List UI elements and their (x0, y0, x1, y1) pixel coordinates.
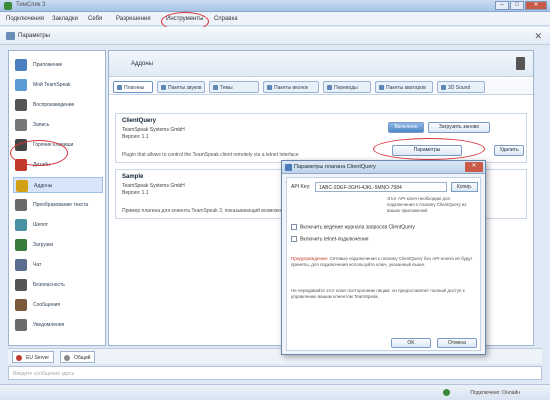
addon-author: TeamSpeak Systems GmbH (122, 127, 185, 133)
sidebar-item-security[interactable]: Безопасность (13, 277, 103, 293)
tab-plugins[interactable]: Плагины (113, 81, 153, 93)
options-title: Параметры (18, 33, 50, 39)
sidebar-item-my-teamspeak[interactable]: Мой TeamSpeak (13, 77, 103, 93)
chat-tab-icon (64, 355, 70, 361)
close-window-button[interactable]: ✕ (525, 1, 547, 10)
dialog-info-text: Предупреждение: Сетевые подключения к пл… (291, 256, 473, 267)
menu-bookmarks[interactable]: Закладки (52, 16, 78, 22)
tab-eu-server[interactable]: EU Server (12, 351, 55, 363)
annotation-circle (10, 140, 68, 166)
options-sidebar: Приложение Мой TeamSpeak Воспроизведение… (8, 50, 106, 346)
sidebar-item-text-conversion[interactable]: Преобразование текста (13, 197, 103, 213)
tab-general[interactable]: Общий (60, 351, 96, 363)
shield-icon (15, 279, 27, 291)
ok-button[interactable]: OK (391, 338, 431, 348)
api-key-label: API Key: (291, 184, 311, 190)
app-icon (15, 59, 27, 71)
connection-status-icon (443, 389, 450, 396)
api-key-field[interactable]: 1ABC-2DEF-3GHI-4JKL-5MNO-7584 (315, 182, 447, 192)
cancel-button[interactable]: Отмена (437, 338, 477, 348)
sidebar-item-messages[interactable]: Сообщения (13, 297, 103, 313)
dialog-titlebar: Параметры плагина ClientQuery ✕ (282, 161, 485, 174)
message-icon (15, 299, 27, 311)
whisper-icon (15, 219, 27, 231)
dialog-close-button[interactable]: ✕ (465, 162, 483, 172)
chat-input-placeholder: Введите сообщение здесь (13, 371, 75, 377)
remote-icon (516, 57, 525, 70)
sidebar-item-playback[interactable]: Воспроизведение (13, 97, 103, 113)
download-icon (15, 239, 27, 251)
addon-title: Sample (122, 174, 144, 180)
chat-input[interactable]: Введите сообщение здесь (8, 366, 542, 380)
tab-themes[interactable]: Темы (209, 81, 259, 93)
enabled-toggle-button[interactable]: Включено (388, 122, 424, 133)
connection-status: Подключено: Онлайн (470, 390, 520, 396)
sidebar-item-application[interactable]: Приложение (13, 57, 103, 73)
addon-author: TeamSpeak Systems GmbH (122, 183, 185, 189)
addon-version: Версия: 1.1 (122, 190, 149, 196)
tab-sound-packs[interactable]: Пакеты звуков (157, 81, 205, 93)
dialog-title: Параметры плагина ClientQuery (294, 164, 376, 170)
options-toolbar: Параметры ✕ (0, 27, 550, 45)
teamspeak-logo-icon (4, 2, 12, 10)
addon-title: ClientQuery (122, 118, 157, 124)
sidebar-item-downloads[interactable]: Загрузки (13, 237, 103, 253)
addon-description: Пример плагина для клиента TeamSpeak 3, … (122, 208, 302, 214)
chat-icon (15, 259, 27, 271)
telnet-checkbox[interactable]: Включить telnet-подключения (291, 236, 368, 242)
menu-permissions[interactable]: Разрешения (116, 16, 151, 22)
api-key-note: Этот API-ключ необходим для подключения … (387, 196, 467, 213)
copy-key-button[interactable]: Копир. (451, 182, 478, 192)
status-bar: Подключено: Онлайн (0, 384, 550, 400)
user-icon (15, 79, 27, 91)
reload-button[interactable]: Загрузить заново (428, 122, 490, 133)
menu-self[interactable]: Себя (88, 16, 102, 22)
microphone-icon (15, 119, 27, 131)
sidebar-item-notifications[interactable]: Уведомления (13, 317, 103, 333)
plugin-icon (285, 164, 292, 171)
plugin-icon (16, 180, 28, 192)
annotation-circle (373, 138, 485, 160)
text-icon (15, 199, 27, 211)
menu-connections[interactable]: Подключения (6, 16, 44, 22)
maximize-button[interactable]: □ (510, 1, 524, 10)
menu-help[interactable]: Справка (214, 16, 238, 22)
menu-bar: Подключения Закладки Себя Разрешения Инс… (0, 12, 550, 26)
options-icon (6, 32, 15, 40)
addon-description: Plugin that allows to control the TeamSp… (122, 152, 299, 158)
panel-header: Аддоны (109, 51, 533, 77)
window-titlebar: ТимСпик 3 – □ ✕ (0, 0, 550, 12)
dialog-body: API Key: 1ABC-2DEF-3GHI-4JKL-5MNO-7584 К… (286, 177, 481, 351)
tab-icon-packs[interactable]: Пакеты иконок (263, 81, 319, 93)
sidebar-item-addons[interactable]: Аддоны (13, 177, 103, 193)
dialog-warning-text: Не передавайте этот ключ посторонним лиц… (291, 288, 465, 299)
logging-checkbox[interactable]: Включить ведение журнала запросов Client… (291, 224, 415, 230)
panel-title: Аддоны (131, 61, 153, 67)
addon-type-tabs: Плагины Пакеты звуков Темы Пакеты иконок… (109, 79, 533, 95)
remove-button[interactable]: Удалить (494, 145, 524, 156)
sidebar-item-whisper[interactable]: Шепот (13, 217, 103, 233)
tab-3d-sound[interactable]: 3D Sound (437, 81, 485, 93)
window-controls: – □ ✕ (495, 1, 547, 10)
minimize-button[interactable]: – (495, 1, 509, 10)
tab-avatar-packs[interactable]: Пакеты аватаров (375, 81, 433, 93)
close-options-icon[interactable]: ✕ (534, 31, 542, 42)
addon-version: Версия: 1.1 (122, 134, 149, 140)
speaker-icon (15, 99, 27, 111)
server-status-icon (16, 355, 22, 361)
clientquery-settings-dialog: Параметры плагина ClientQuery ✕ API Key:… (281, 160, 486, 355)
sidebar-item-capture[interactable]: Запись (13, 117, 103, 133)
window-title: ТимСпик 3 (16, 2, 46, 8)
bell-icon (15, 319, 27, 331)
sidebar-item-chat[interactable]: Чат (13, 257, 103, 273)
tab-translations[interactable]: Переводы (323, 81, 371, 93)
